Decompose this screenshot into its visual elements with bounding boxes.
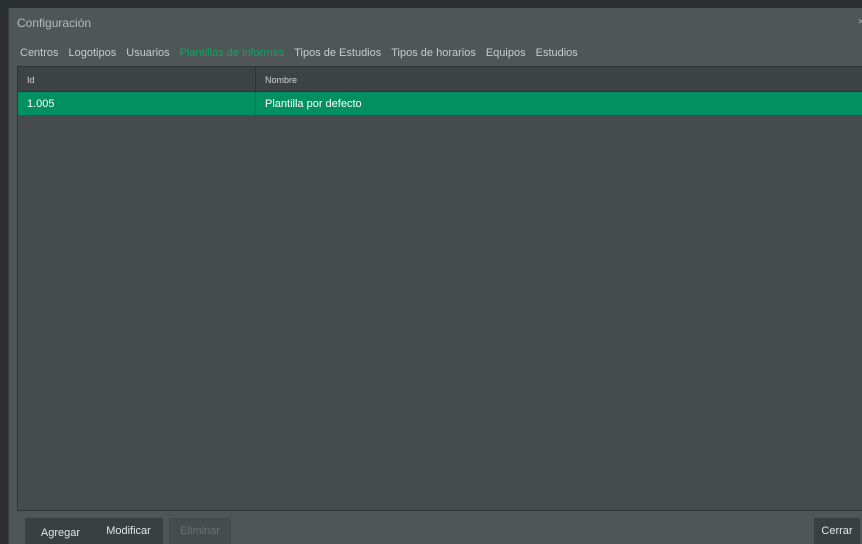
tab-tipos-de-estudios[interactable]: Tipos de Estudios bbox=[289, 46, 386, 68]
tab-centros[interactable]: Centros bbox=[9, 46, 64, 68]
agregar-button[interactable]: Agregar bbox=[25, 518, 96, 544]
eliminar-button: Eliminar bbox=[169, 518, 231, 544]
configuracion-dialog: Configuración × Centros Logotipos Usuari… bbox=[8, 8, 862, 544]
column-header-nombre[interactable]: Nombre bbox=[256, 67, 862, 91]
title-bar: Configuración × bbox=[9, 8, 862, 36]
footer-divider bbox=[17, 510, 862, 511]
table-row[interactable]: 1.005 Plantilla por defecto bbox=[18, 92, 862, 115]
cerrar-button[interactable]: Cerrar bbox=[814, 518, 860, 544]
cell-id: 1.005 bbox=[18, 92, 256, 115]
tab-tipos-de-horarios[interactable]: Tipos de horarios bbox=[386, 46, 481, 68]
window-title: Configuración bbox=[17, 16, 92, 30]
tab-plantillas-de-informes[interactable]: Plantillas de informes bbox=[174, 46, 290, 68]
close-icon[interactable]: × bbox=[858, 16, 862, 28]
tab-usuarios[interactable]: Usuarios bbox=[121, 46, 174, 68]
tab-equipos[interactable]: Equipos bbox=[481, 46, 531, 68]
tab-logotipos[interactable]: Logotipos bbox=[64, 46, 122, 68]
plantillas-table: Id Nombre 1.005 Plantilla por defecto bbox=[17, 66, 862, 510]
modificar-button[interactable]: Modificar bbox=[94, 518, 163, 544]
tab-bar: Centros Logotipos Usuarios Plantillas de… bbox=[9, 46, 862, 68]
table-header: Id Nombre bbox=[18, 67, 862, 92]
cell-nombre: Plantilla por defecto bbox=[265, 98, 362, 110]
column-header-id[interactable]: Id bbox=[18, 67, 256, 91]
tab-estudios[interactable]: Estudios bbox=[531, 46, 583, 68]
